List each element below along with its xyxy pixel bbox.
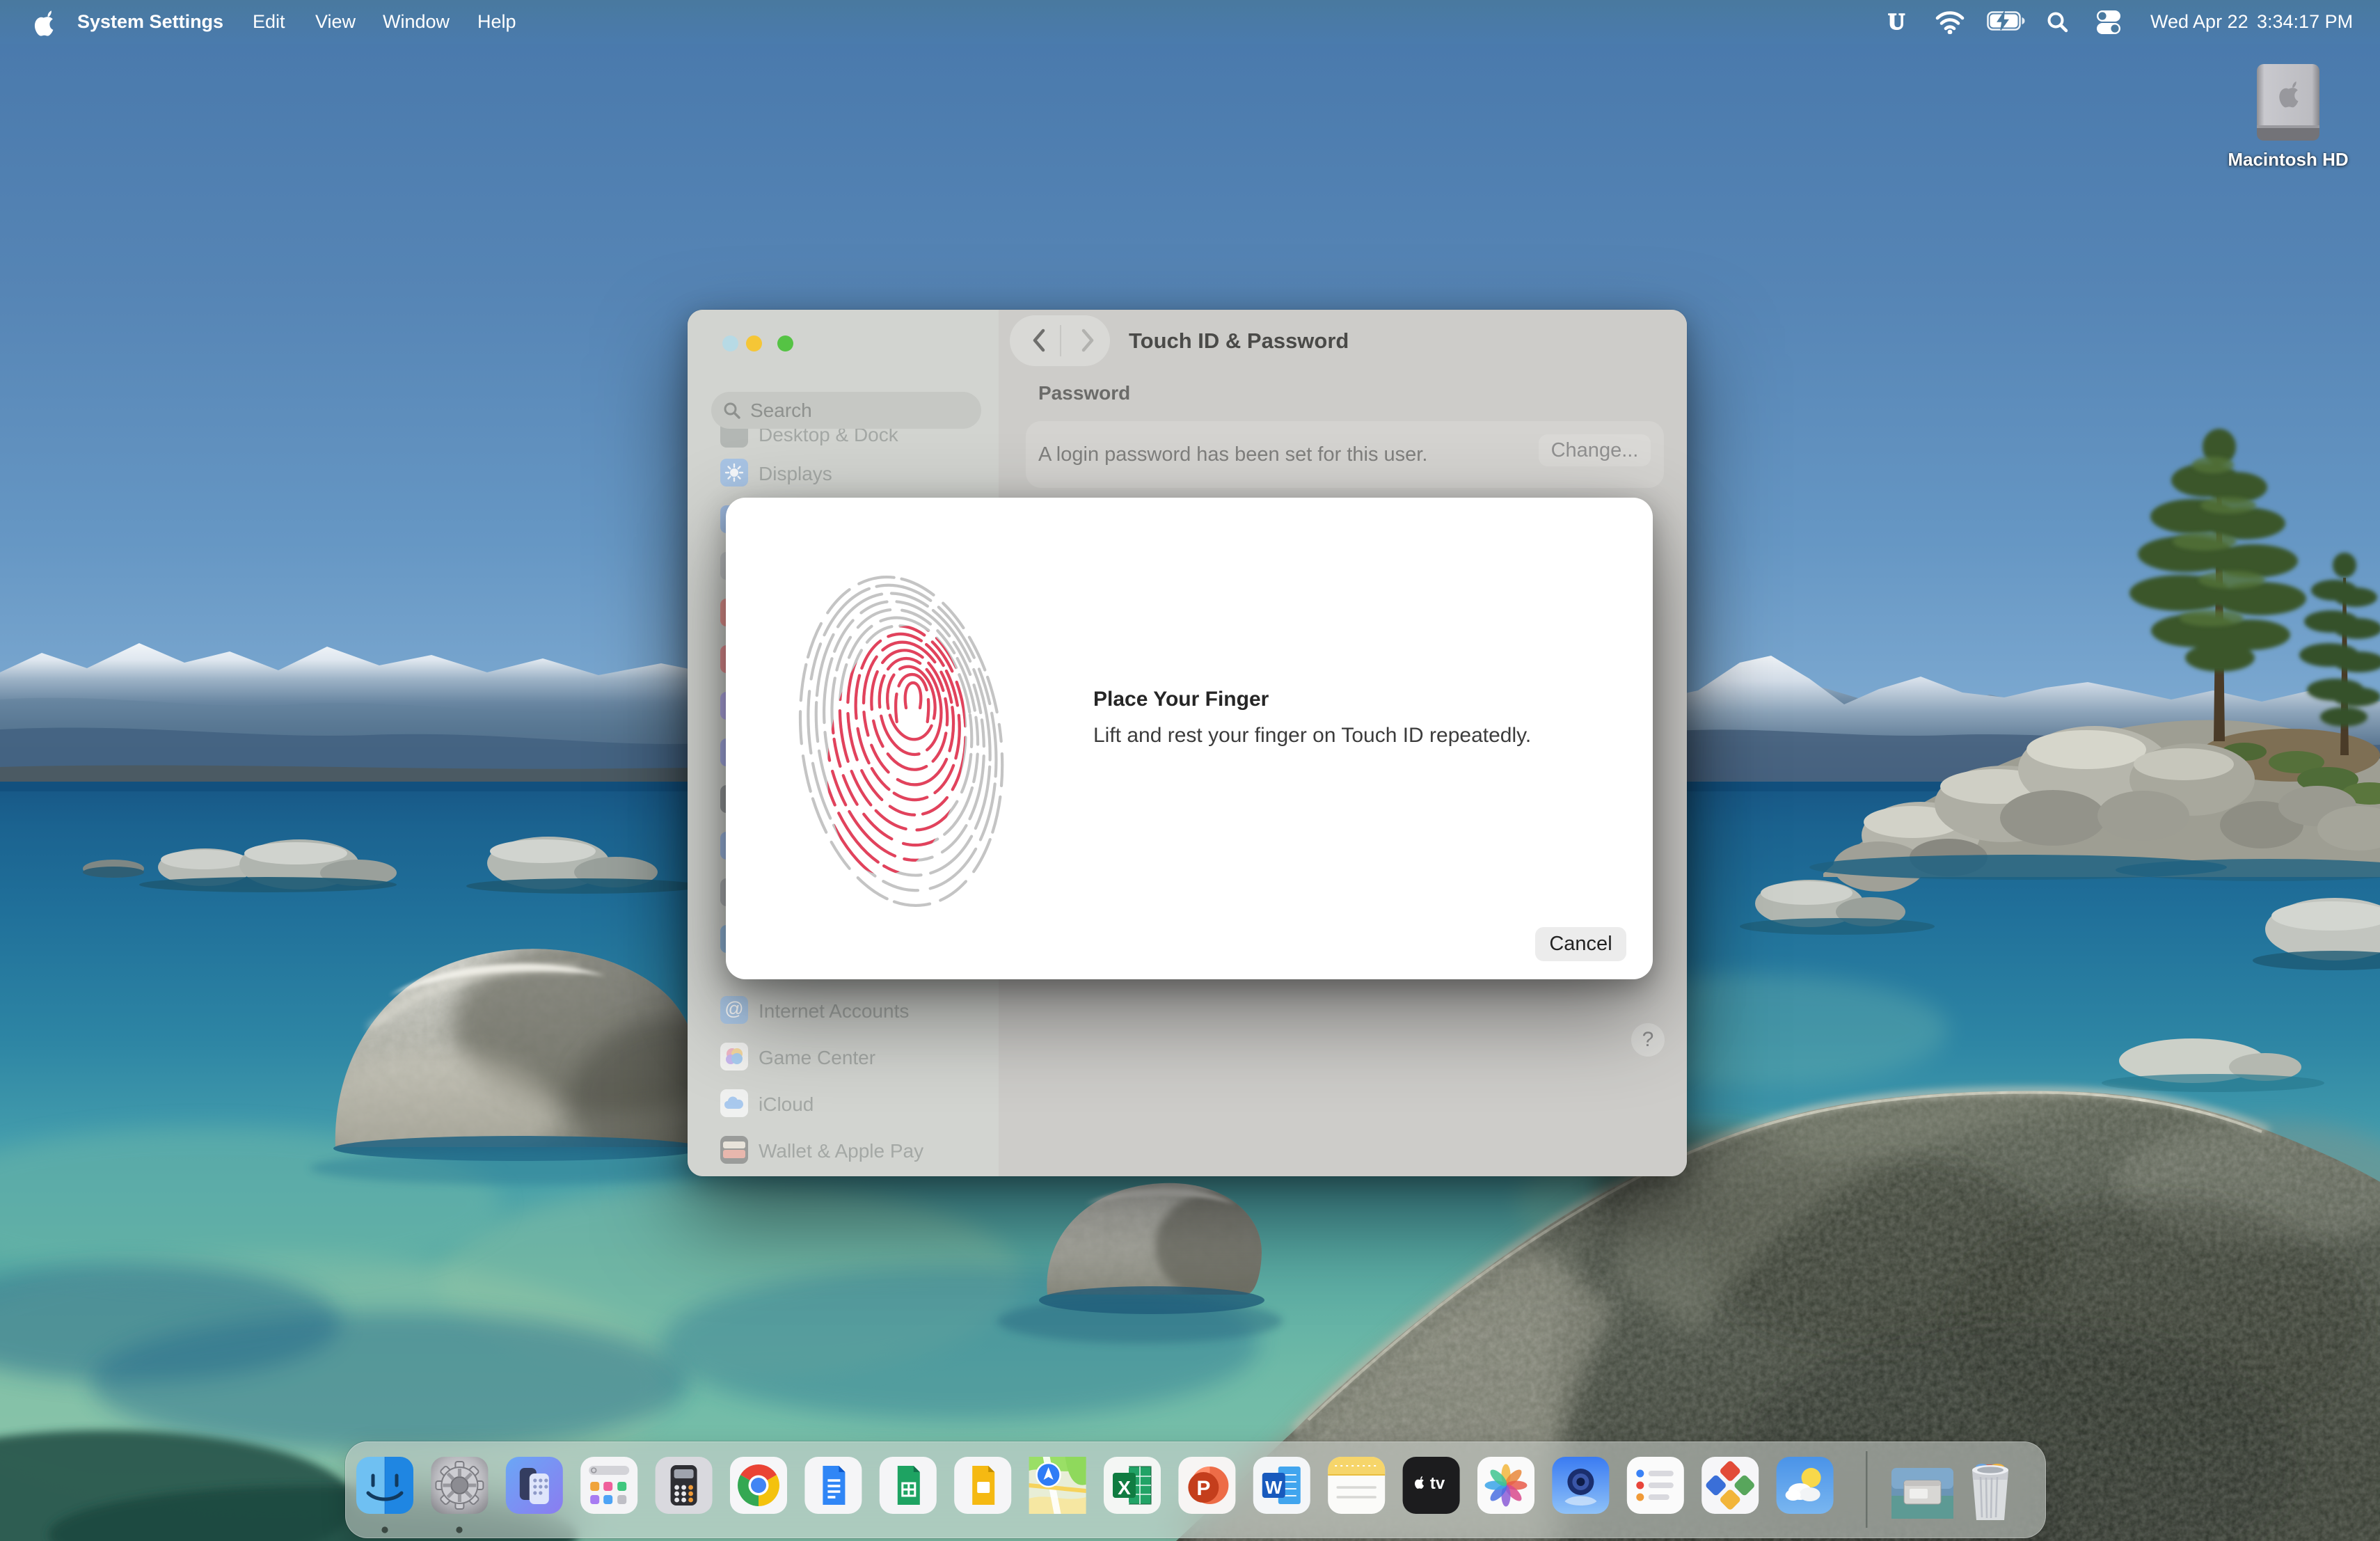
- svg-text:W: W: [1265, 1477, 1283, 1498]
- svg-text:X: X: [1118, 1477, 1131, 1499]
- svg-text:P: P: [1196, 1477, 1210, 1500]
- svg-text:tv: tv: [1430, 1474, 1445, 1493]
